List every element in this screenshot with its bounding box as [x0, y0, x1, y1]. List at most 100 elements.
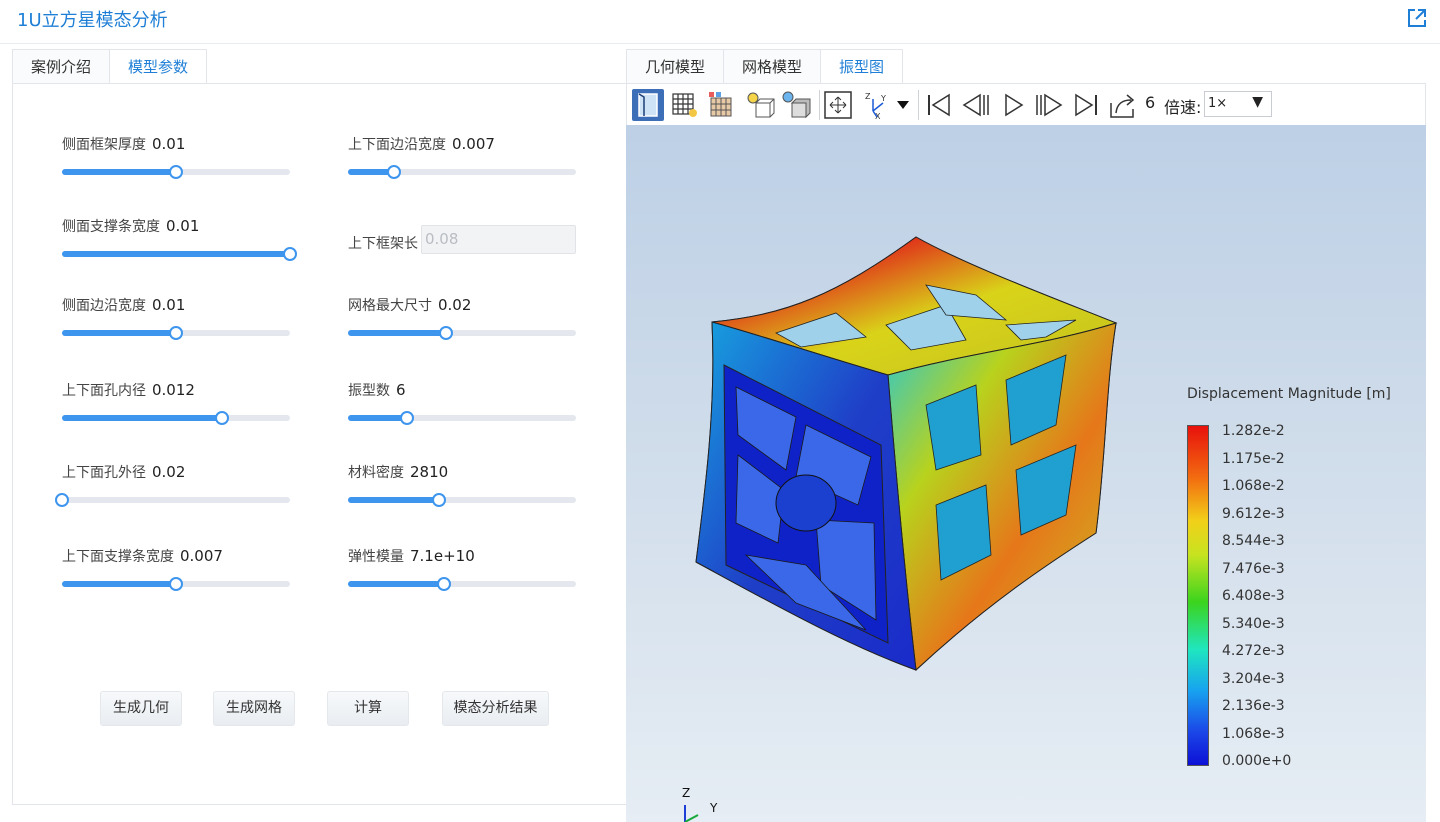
- last-frame-icon[interactable]: [1070, 89, 1102, 121]
- external-link-icon[interactable]: [1406, 7, 1428, 29]
- left-tabs: 案例介绍 模型参数: [12, 49, 208, 84]
- wireframe-view-icon[interactable]: [669, 89, 701, 121]
- param-slider[interactable]: [348, 493, 576, 507]
- param-tb-edge-width: 上下面边沿宽度 0.007: [348, 134, 588, 179]
- slider-knob[interactable]: [169, 577, 183, 591]
- param-slider[interactable]: [62, 577, 290, 591]
- colorbar-label: 0.000e+0: [1222, 753, 1292, 769]
- param-slider[interactable]: [348, 577, 576, 591]
- left-panel: 案例介绍 模型参数 侧面框架厚度 0.01 上下面边沿宽度 0.007 侧面支撑条宽…: [12, 49, 626, 805]
- param-value: 0.007: [452, 135, 495, 153]
- param-label: 上下面支撑条宽度: [62, 549, 174, 565]
- viewer-tabs: 几何模型 网格模型 振型图: [626, 49, 904, 84]
- param-label: 上下面边沿宽度: [348, 137, 446, 153]
- slider-fill: [348, 497, 440, 503]
- colorbar-label: 8.544e-3: [1222, 533, 1285, 549]
- light-box-icon[interactable]: [744, 89, 776, 121]
- param-slider[interactable]: [348, 326, 576, 340]
- tab-case-intro[interactable]: 案例介绍: [12, 49, 111, 84]
- param-slider[interactable]: [62, 247, 297, 261]
- param-value: 0.01: [166, 217, 200, 235]
- tab-mesh-model[interactable]: 网格模型: [724, 49, 822, 84]
- legend-title: Displacement Magnitude [m]: [1187, 386, 1391, 402]
- compute-button[interactable]: 计算: [327, 691, 409, 726]
- param-value: 0.007: [180, 547, 223, 565]
- slider-fill: [62, 169, 176, 175]
- colorbar-label: 1.068e-2: [1222, 478, 1285, 494]
- param-hole-outer-diameter: 上下面孔外径 0.02: [55, 462, 302, 507]
- param-mode-count: 振型数 6: [348, 380, 588, 425]
- slider-fill: [348, 415, 408, 421]
- speed-select[interactable]: 1× ▼: [1204, 91, 1272, 117]
- param-mesh-max-size: 网格最大尺寸 0.02: [348, 295, 588, 340]
- first-frame-icon[interactable]: [923, 89, 955, 121]
- param-slider[interactable]: [62, 326, 290, 340]
- param-label: 侧面边沿宽度: [62, 298, 146, 314]
- axes-orientation-icon[interactable]: Z YX: [861, 89, 913, 121]
- param-label: 侧面框架厚度: [62, 137, 146, 153]
- slider-knob[interactable]: [386, 165, 401, 179]
- play-icon[interactable]: [997, 89, 1029, 121]
- surface-view-icon[interactable]: [632, 89, 664, 121]
- param-slider[interactable]: [348, 411, 576, 425]
- prev-frame-icon[interactable]: [960, 89, 992, 121]
- slider-knob[interactable]: [439, 326, 454, 340]
- slider-fill: [348, 581, 444, 587]
- tab-mode-shape[interactable]: 振型图: [821, 49, 904, 84]
- slider-knob[interactable]: [55, 493, 69, 507]
- slider-fill: [62, 581, 176, 587]
- axes-triad-icon: [684, 805, 699, 822]
- slider-knob[interactable]: [400, 411, 415, 425]
- slider-knob[interactable]: [432, 493, 447, 507]
- export-icon[interactable]: [1107, 89, 1139, 121]
- param-value: 2810: [410, 463, 449, 481]
- toolbar-separator: [819, 90, 820, 120]
- param-value: 0.01: [152, 296, 186, 314]
- tab-geometry-model[interactable]: 几何模型: [626, 49, 725, 84]
- cubesat-mode-shape: [695, 236, 1118, 672]
- slider-fill: [62, 415, 222, 421]
- colorbar-label: 1.282e-2: [1222, 423, 1285, 439]
- frame-count: 6: [1145, 93, 1156, 112]
- frame-length-input[interactable]: 0.08: [421, 225, 576, 254]
- slider-fill: [62, 330, 176, 336]
- slider-knob[interactable]: [214, 411, 229, 425]
- generate-geometry-button[interactable]: 生成几何: [100, 691, 182, 726]
- params-form: 侧面框架厚度 0.01 上下面边沿宽度 0.007 侧面支撑条宽度 0.01 上下框架…: [12, 83, 626, 805]
- mesh-colored-icon[interactable]: [706, 89, 738, 121]
- toolbar-separator: [918, 90, 919, 120]
- right-panel: 几何模型 网格模型 振型图 ZYX 6 倍速: 1× ▼ Displacemen…: [626, 49, 1426, 822]
- param-value: 0.012: [152, 381, 195, 399]
- param-label: 振型数: [348, 383, 390, 399]
- light-shaded-icon[interactable]: [780, 89, 812, 121]
- fit-view-icon[interactable]: [822, 89, 854, 121]
- slider-knob[interactable]: [436, 577, 451, 591]
- param-slider[interactable]: [55, 493, 290, 507]
- colorbar-label: 1.068e-3: [1222, 726, 1285, 742]
- param-slider[interactable]: [62, 165, 290, 179]
- generate-mesh-button[interactable]: 生成网格: [213, 691, 295, 726]
- slider-knob[interactable]: [169, 326, 183, 340]
- modal-result-button[interactable]: 模态分析结果: [442, 691, 549, 726]
- render-viewport[interactable]: Displacement Magnitude [m] 1.282e-2 1.17…: [626, 125, 1426, 822]
- colorbar-label: 3.204e-3: [1222, 671, 1285, 687]
- param-label: 网格最大尺寸: [348, 298, 432, 314]
- param-slider[interactable]: [348, 165, 576, 179]
- colorbar-label: 6.408e-3: [1222, 588, 1285, 604]
- slider-knob[interactable]: [169, 165, 183, 179]
- param-value: 0.02: [152, 463, 186, 481]
- tab-model-params[interactable]: 模型参数: [110, 49, 208, 84]
- param-value: 6: [396, 381, 406, 399]
- param-hole-inner-diameter: 上下面孔内径 0.012: [62, 380, 302, 425]
- param-label: 材料密度: [348, 465, 404, 481]
- param-label: 侧面支撑条宽度: [62, 219, 160, 235]
- param-side-frame-thickness: 侧面框架厚度 0.01: [62, 134, 302, 179]
- colorbar-label: 7.476e-3: [1222, 561, 1285, 577]
- param-tb-frame-length: 上下框架长 0.08: [348, 225, 588, 254]
- param-slider[interactable]: [62, 411, 290, 425]
- param-material-density: 材料密度 2810: [348, 462, 588, 507]
- slider-fill: [62, 251, 290, 257]
- next-frame-icon[interactable]: [1033, 89, 1065, 121]
- slider-knob[interactable]: [283, 247, 297, 261]
- colorbar-label: 1.175e-2: [1222, 451, 1285, 467]
